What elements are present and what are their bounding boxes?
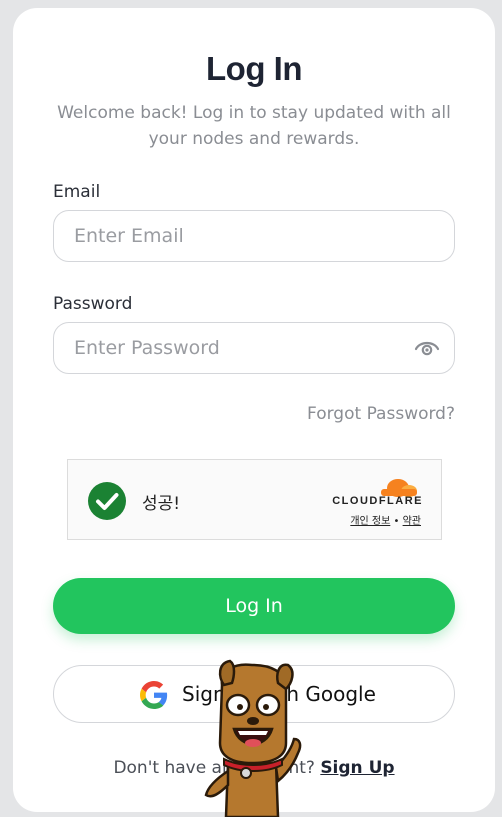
terms-link[interactable]: 약관: [403, 516, 421, 527]
eye-icon[interactable]: [414, 337, 440, 359]
page-title: Log In: [206, 50, 302, 87]
password-input[interactable]: [74, 323, 404, 373]
captcha-provider: CLOUDFLARE: [332, 495, 423, 507]
signup-link[interactable]: Sign Up: [320, 758, 394, 778]
captcha-links: 개인 정보 • 약관: [350, 512, 421, 527]
google-icon: [140, 681, 168, 709]
password-label: Password: [53, 294, 133, 314]
password-field-wrapper: [53, 322, 455, 374]
cloudflare-logo-icon: [381, 479, 417, 497]
captcha-status: 성공!: [142, 494, 181, 514]
links-separator: •: [393, 516, 400, 527]
email-input[interactable]: [74, 211, 404, 261]
login-button[interactable]: Log In: [53, 578, 455, 634]
page-subtitle: Welcome back! Log in to stay updated wit…: [57, 103, 451, 149]
privacy-link[interactable]: 개인 정보: [350, 516, 390, 527]
captcha-widget: 성공! CLOUDFLARE 개인 정보 • 약관: [67, 459, 442, 540]
email-label: Email: [53, 182, 101, 202]
email-field-wrapper: [53, 210, 455, 262]
forgot-password-link[interactable]: Forgot Password?: [307, 404, 455, 424]
checkmark-icon: [88, 482, 126, 520]
dog-mascot-icon: [204, 659, 302, 817]
